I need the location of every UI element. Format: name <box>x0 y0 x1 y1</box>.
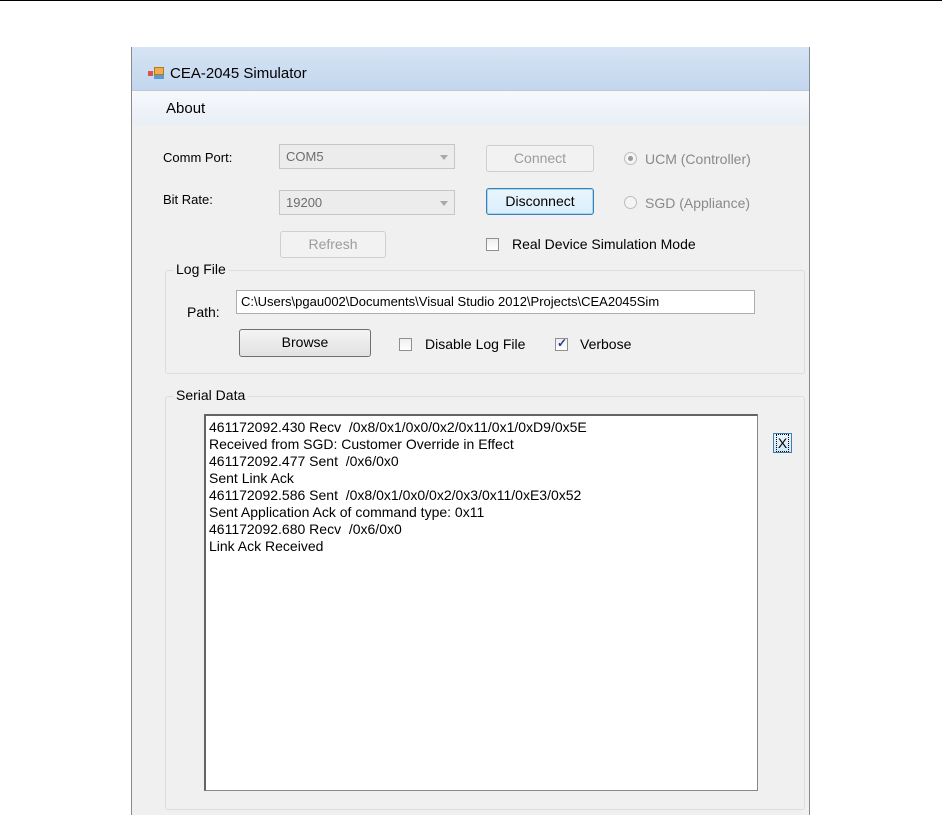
serial-line: Sent Link Ack <box>209 470 294 486</box>
checkmark-icon: ✓ <box>557 336 568 350</box>
log-file-group-title: Log File <box>173 261 229 277</box>
ucm-radio-label: UCM (Controller) <box>645 151 751 167</box>
chevron-down-icon <box>440 201 448 206</box>
window-title: CEA-2045 Simulator <box>170 65 307 82</box>
verbose-checkbox[interactable]: ✓ <box>555 336 568 351</box>
serial-data-textbox[interactable]: 461172092.430 Recv /0x8/0x1/0x0/0x2/0x11… <box>204 414 758 791</box>
disable-log-label: Disable Log File <box>425 336 526 352</box>
bit-rate-value: 19200 <box>286 195 323 210</box>
ucm-radio[interactable] <box>624 152 637 165</box>
sgd-radio[interactable] <box>624 196 637 209</box>
log-path-input[interactable]: C:\Users\pgau002\Documents\Visual Studio… <box>236 290 755 314</box>
comm-port-value: COM5 <box>286 149 324 164</box>
refresh-button[interactable]: Refresh <box>280 231 386 258</box>
serial-line: 461172092.680 Recv /0x6/0x0 <box>209 521 402 537</box>
comm-port-select[interactable]: COM5 <box>279 144 455 169</box>
disconnect-button[interactable]: Disconnect <box>486 188 594 215</box>
menu-bar: About <box>132 91 809 125</box>
log-file-group <box>165 270 805 374</box>
serial-line: Sent Application Ack of command type: 0x… <box>209 504 485 520</box>
browse-button[interactable]: Browse <box>239 329 371 357</box>
bit-rate-label: Bit Rate: <box>163 192 213 207</box>
serial-line: 461172092.477 Sent /0x6/0x0 <box>209 453 399 469</box>
page-top-rule <box>0 0 942 1</box>
bit-rate-select[interactable]: 19200 <box>279 190 455 215</box>
chevron-down-icon <box>440 155 448 160</box>
connect-button[interactable]: Connect <box>486 145 594 172</box>
clear-serial-button[interactable]: X <box>773 433 792 453</box>
disable-log-checkbox[interactable] <box>399 338 412 351</box>
title-bar[interactable]: CEA-2045 Simulator <box>132 47 809 91</box>
app-window-icon <box>148 67 164 79</box>
comm-port-label: Comm Port: <box>163 150 233 165</box>
real-device-label: Real Device Simulation Mode <box>512 236 696 252</box>
simulator-window: CEA-2045 Simulator About Comm Port: COM5… <box>131 47 810 815</box>
real-device-checkbox[interactable] <box>486 238 499 251</box>
serial-line: 461172092.430 Recv /0x8/0x1/0x0/0x2/0x11… <box>209 419 587 435</box>
sgd-radio-label: SGD (Appliance) <box>645 195 751 211</box>
log-path-label: Path: <box>187 304 220 320</box>
verbose-label: Verbose <box>580 336 632 352</box>
serial-line: Received from SGD: Customer Override in … <box>209 436 514 452</box>
serial-line: 461172092.586 Sent /0x8/0x1/0x0/0x2/0x3/… <box>209 487 582 503</box>
menu-item-about[interactable]: About <box>164 100 207 117</box>
clear-serial-label: X <box>775 434 790 452</box>
serial-line: Link Ack Received <box>209 538 324 554</box>
serial-data-group-title: Serial Data <box>173 387 249 403</box>
